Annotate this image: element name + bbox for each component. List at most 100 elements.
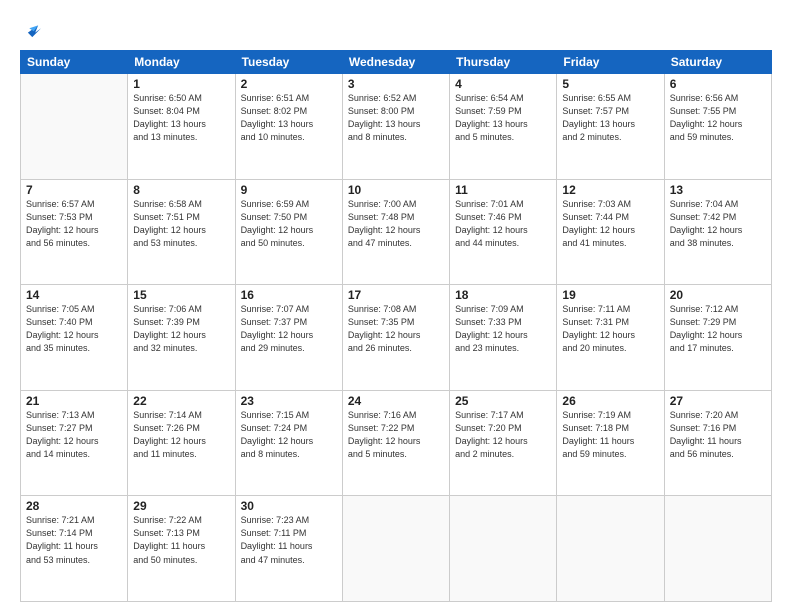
- day-number: 21: [26, 394, 122, 408]
- calendar-cell: 6Sunrise: 6:56 AM Sunset: 7:55 PM Daylig…: [664, 74, 771, 180]
- day-info: Sunrise: 7:12 AM Sunset: 7:29 PM Dayligh…: [670, 303, 766, 355]
- calendar-cell: 8Sunrise: 6:58 AM Sunset: 7:51 PM Daylig…: [128, 179, 235, 285]
- calendar-cell: 16Sunrise: 7:07 AM Sunset: 7:37 PM Dayli…: [235, 285, 342, 391]
- calendar-week-row: 21Sunrise: 7:13 AM Sunset: 7:27 PM Dayli…: [21, 390, 772, 496]
- calendar-cell: 29Sunrise: 7:22 AM Sunset: 7:13 PM Dayli…: [128, 496, 235, 602]
- header: [20, 18, 772, 40]
- calendar-cell: 28Sunrise: 7:21 AM Sunset: 7:14 PM Dayli…: [21, 496, 128, 602]
- day-info: Sunrise: 7:08 AM Sunset: 7:35 PM Dayligh…: [348, 303, 444, 355]
- calendar-cell: 13Sunrise: 7:04 AM Sunset: 7:42 PM Dayli…: [664, 179, 771, 285]
- day-number: 6: [670, 77, 766, 91]
- day-info: Sunrise: 6:51 AM Sunset: 8:02 PM Dayligh…: [241, 92, 337, 144]
- weekday-header-saturday: Saturday: [664, 51, 771, 74]
- calendar-week-row: 14Sunrise: 7:05 AM Sunset: 7:40 PM Dayli…: [21, 285, 772, 391]
- calendar-week-row: 28Sunrise: 7:21 AM Sunset: 7:14 PM Dayli…: [21, 496, 772, 602]
- calendar-cell: 3Sunrise: 6:52 AM Sunset: 8:00 PM Daylig…: [342, 74, 449, 180]
- day-info: Sunrise: 6:52 AM Sunset: 8:00 PM Dayligh…: [348, 92, 444, 144]
- calendar-cell: 23Sunrise: 7:15 AM Sunset: 7:24 PM Dayli…: [235, 390, 342, 496]
- day-info: Sunrise: 6:59 AM Sunset: 7:50 PM Dayligh…: [241, 198, 337, 250]
- calendar-week-row: 1Sunrise: 6:50 AM Sunset: 8:04 PM Daylig…: [21, 74, 772, 180]
- day-info: Sunrise: 7:19 AM Sunset: 7:18 PM Dayligh…: [562, 409, 658, 461]
- day-info: Sunrise: 7:03 AM Sunset: 7:44 PM Dayligh…: [562, 198, 658, 250]
- calendar-cell: 9Sunrise: 6:59 AM Sunset: 7:50 PM Daylig…: [235, 179, 342, 285]
- calendar-cell: [450, 496, 557, 602]
- day-number: 19: [562, 288, 658, 302]
- weekday-header-friday: Friday: [557, 51, 664, 74]
- day-number: 24: [348, 394, 444, 408]
- day-info: Sunrise: 7:13 AM Sunset: 7:27 PM Dayligh…: [26, 409, 122, 461]
- day-info: Sunrise: 7:00 AM Sunset: 7:48 PM Dayligh…: [348, 198, 444, 250]
- calendar-cell: 20Sunrise: 7:12 AM Sunset: 7:29 PM Dayli…: [664, 285, 771, 391]
- day-number: 26: [562, 394, 658, 408]
- calendar-cell: 14Sunrise: 7:05 AM Sunset: 7:40 PM Dayli…: [21, 285, 128, 391]
- calendar-cell: [21, 74, 128, 180]
- day-info: Sunrise: 7:09 AM Sunset: 7:33 PM Dayligh…: [455, 303, 551, 355]
- weekday-header-sunday: Sunday: [21, 51, 128, 74]
- day-number: 10: [348, 183, 444, 197]
- weekday-header-tuesday: Tuesday: [235, 51, 342, 74]
- calendar: SundayMondayTuesdayWednesdayThursdayFrid…: [20, 50, 772, 602]
- day-number: 11: [455, 183, 551, 197]
- day-number: 29: [133, 499, 229, 513]
- day-info: Sunrise: 6:57 AM Sunset: 7:53 PM Dayligh…: [26, 198, 122, 250]
- calendar-week-row: 7Sunrise: 6:57 AM Sunset: 7:53 PM Daylig…: [21, 179, 772, 285]
- page: SundayMondayTuesdayWednesdayThursdayFrid…: [0, 0, 792, 612]
- weekday-header-row: SundayMondayTuesdayWednesdayThursdayFrid…: [21, 51, 772, 74]
- calendar-cell: 19Sunrise: 7:11 AM Sunset: 7:31 PM Dayli…: [557, 285, 664, 391]
- calendar-cell: 24Sunrise: 7:16 AM Sunset: 7:22 PM Dayli…: [342, 390, 449, 496]
- logo: [20, 18, 44, 40]
- day-info: Sunrise: 7:07 AM Sunset: 7:37 PM Dayligh…: [241, 303, 337, 355]
- calendar-cell: 12Sunrise: 7:03 AM Sunset: 7:44 PM Dayli…: [557, 179, 664, 285]
- calendar-cell: 21Sunrise: 7:13 AM Sunset: 7:27 PM Dayli…: [21, 390, 128, 496]
- calendar-cell: 18Sunrise: 7:09 AM Sunset: 7:33 PM Dayli…: [450, 285, 557, 391]
- day-number: 9: [241, 183, 337, 197]
- day-info: Sunrise: 7:14 AM Sunset: 7:26 PM Dayligh…: [133, 409, 229, 461]
- calendar-cell: 4Sunrise: 6:54 AM Sunset: 7:59 PM Daylig…: [450, 74, 557, 180]
- day-info: Sunrise: 7:05 AM Sunset: 7:40 PM Dayligh…: [26, 303, 122, 355]
- day-number: 16: [241, 288, 337, 302]
- day-info: Sunrise: 7:11 AM Sunset: 7:31 PM Dayligh…: [562, 303, 658, 355]
- day-number: 15: [133, 288, 229, 302]
- day-number: 27: [670, 394, 766, 408]
- calendar-cell: 27Sunrise: 7:20 AM Sunset: 7:16 PM Dayli…: [664, 390, 771, 496]
- weekday-header-monday: Monday: [128, 51, 235, 74]
- calendar-cell: [664, 496, 771, 602]
- day-info: Sunrise: 6:50 AM Sunset: 8:04 PM Dayligh…: [133, 92, 229, 144]
- day-info: Sunrise: 7:06 AM Sunset: 7:39 PM Dayligh…: [133, 303, 229, 355]
- calendar-cell: 22Sunrise: 7:14 AM Sunset: 7:26 PM Dayli…: [128, 390, 235, 496]
- day-number: 3: [348, 77, 444, 91]
- calendar-cell: 17Sunrise: 7:08 AM Sunset: 7:35 PM Dayli…: [342, 285, 449, 391]
- day-number: 23: [241, 394, 337, 408]
- day-info: Sunrise: 6:58 AM Sunset: 7:51 PM Dayligh…: [133, 198, 229, 250]
- day-info: Sunrise: 7:01 AM Sunset: 7:46 PM Dayligh…: [455, 198, 551, 250]
- logo-bird-icon: [22, 18, 44, 40]
- day-number: 5: [562, 77, 658, 91]
- day-info: Sunrise: 7:21 AM Sunset: 7:14 PM Dayligh…: [26, 514, 122, 566]
- day-info: Sunrise: 6:56 AM Sunset: 7:55 PM Dayligh…: [670, 92, 766, 144]
- day-info: Sunrise: 7:04 AM Sunset: 7:42 PM Dayligh…: [670, 198, 766, 250]
- day-number: 8: [133, 183, 229, 197]
- day-number: 17: [348, 288, 444, 302]
- day-number: 14: [26, 288, 122, 302]
- day-number: 4: [455, 77, 551, 91]
- calendar-cell: [557, 496, 664, 602]
- calendar-cell: 2Sunrise: 6:51 AM Sunset: 8:02 PM Daylig…: [235, 74, 342, 180]
- day-info: Sunrise: 7:20 AM Sunset: 7:16 PM Dayligh…: [670, 409, 766, 461]
- calendar-cell: 1Sunrise: 6:50 AM Sunset: 8:04 PM Daylig…: [128, 74, 235, 180]
- calendar-cell: 7Sunrise: 6:57 AM Sunset: 7:53 PM Daylig…: [21, 179, 128, 285]
- calendar-cell: 15Sunrise: 7:06 AM Sunset: 7:39 PM Dayli…: [128, 285, 235, 391]
- calendar-cell: 5Sunrise: 6:55 AM Sunset: 7:57 PM Daylig…: [557, 74, 664, 180]
- day-number: 2: [241, 77, 337, 91]
- day-number: 7: [26, 183, 122, 197]
- day-number: 13: [670, 183, 766, 197]
- day-info: Sunrise: 7:17 AM Sunset: 7:20 PM Dayligh…: [455, 409, 551, 461]
- calendar-cell: [342, 496, 449, 602]
- day-number: 30: [241, 499, 337, 513]
- calendar-cell: 25Sunrise: 7:17 AM Sunset: 7:20 PM Dayli…: [450, 390, 557, 496]
- day-number: 18: [455, 288, 551, 302]
- day-info: Sunrise: 6:54 AM Sunset: 7:59 PM Dayligh…: [455, 92, 551, 144]
- day-info: Sunrise: 7:16 AM Sunset: 7:22 PM Dayligh…: [348, 409, 444, 461]
- calendar-cell: 11Sunrise: 7:01 AM Sunset: 7:46 PM Dayli…: [450, 179, 557, 285]
- calendar-cell: 26Sunrise: 7:19 AM Sunset: 7:18 PM Dayli…: [557, 390, 664, 496]
- calendar-cell: 10Sunrise: 7:00 AM Sunset: 7:48 PM Dayli…: [342, 179, 449, 285]
